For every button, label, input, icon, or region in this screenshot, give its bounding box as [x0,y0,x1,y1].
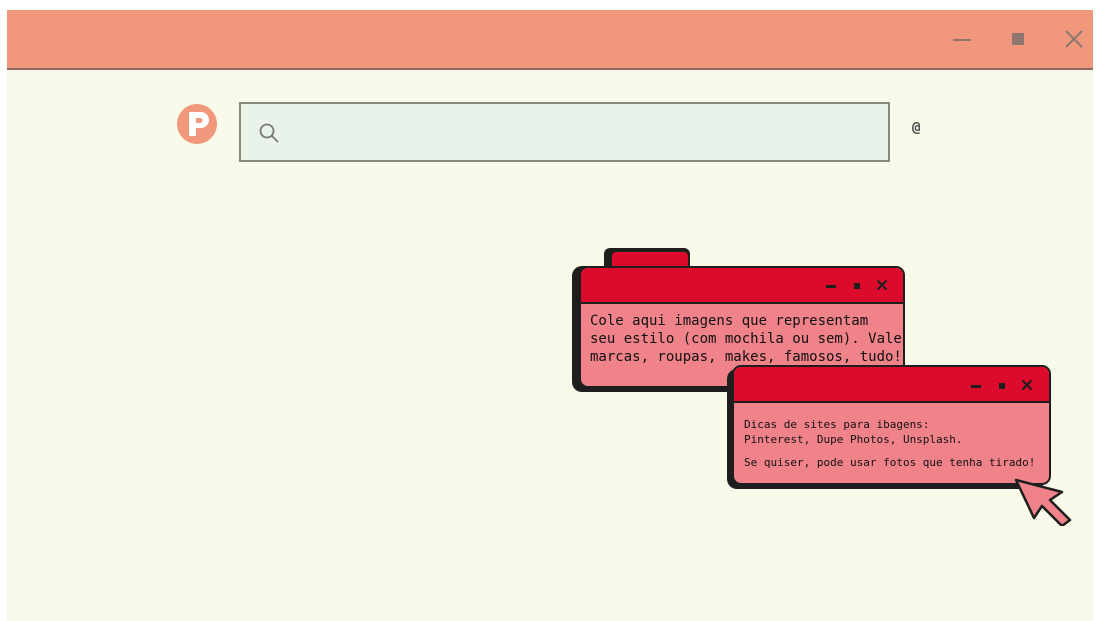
close-button[interactable] [1059,24,1089,54]
popup-minimize-button[interactable] [966,378,986,394]
popup-header [581,268,903,304]
popup-message: Cole aqui imagens que representam seu es… [590,312,902,366]
popup-message-line: Cole aqui imagens que representam [590,313,869,329]
popup-tips-line: Dicas de sites para ibagens: [744,418,930,431]
minimize-button[interactable] [947,24,977,54]
close-icon [1021,379,1033,391]
popup-maximize-button[interactable] [849,278,865,294]
title-bar [7,10,1093,70]
minimize-icon [826,284,836,288]
search-icon [259,123,279,143]
maximize-icon [854,283,860,289]
search-bar[interactable] [239,102,890,162]
app-window: @ Cole aqui imagens que representam seu … [7,10,1093,621]
popup-minimize-button[interactable] [821,278,841,294]
popup-header [734,367,1049,403]
minimize-icon [971,384,981,388]
popup-body: Dicas de sites para ibagens: Pinterest, … [732,365,1051,485]
popup-maximize-button[interactable] [994,378,1010,394]
popup-close-button[interactable] [873,276,891,294]
maximize-button[interactable] [1003,24,1033,54]
minimize-icon [953,39,971,41]
search-input[interactable] [293,114,877,152]
maximize-icon [1012,33,1024,45]
maximize-icon [999,383,1005,389]
logo-icon [177,104,217,144]
pointer-cursor-icon [1014,478,1072,526]
popup-message-line: marcas, roupas, makes, famosos, tudo! [590,349,902,365]
popup-close-button[interactable] [1018,376,1036,394]
popup-message-line: seu estilo (com mochila ou sem). Vale [590,331,902,347]
popup-tips-text: Dicas de sites para ibagens: Pinterest, … [744,417,1035,470]
at-symbol-icon[interactable]: @ [912,120,920,136]
popup-image-tips: Dicas de sites para ibagens: Pinterest, … [727,365,1053,491]
popup-tips-line: Pinterest, Dupe Photos, Unsplash. [744,433,963,446]
close-icon [876,279,888,291]
popup-tips-line: Se quiser, pode usar fotos que tenha tir… [744,456,1036,469]
close-icon [1065,30,1083,48]
